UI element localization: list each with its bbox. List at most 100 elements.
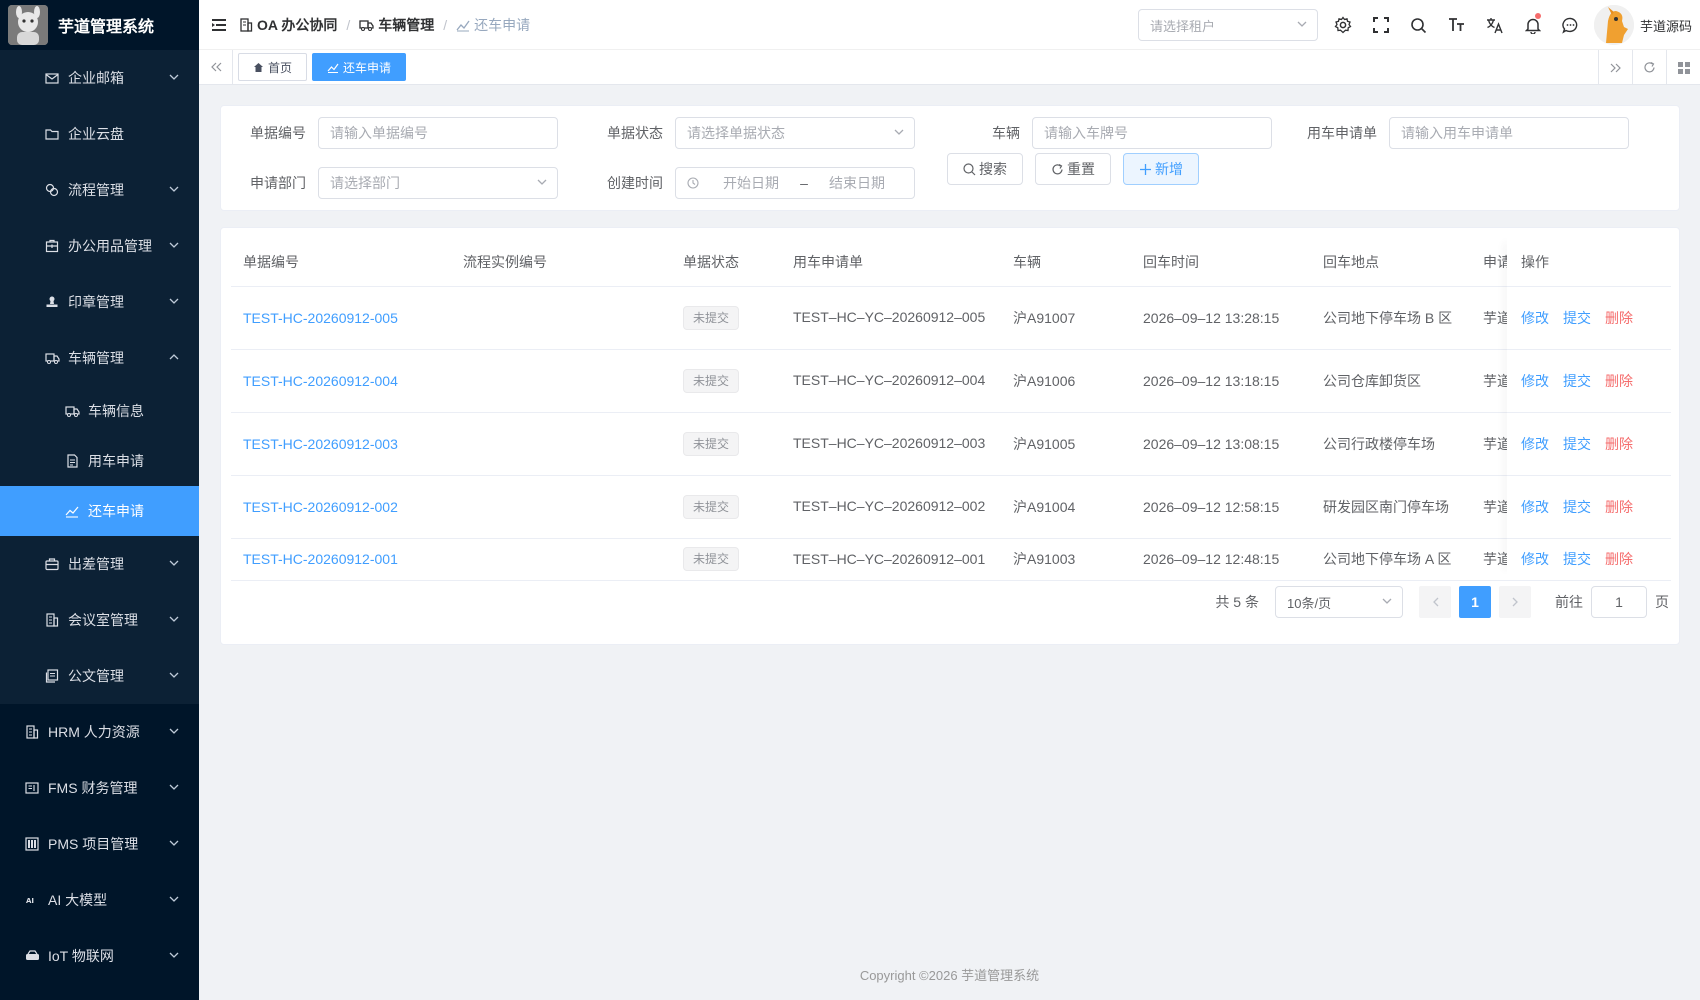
chevron-down-icon (169, 186, 179, 192)
double-left-icon (210, 62, 222, 72)
return-icon (456, 18, 470, 32)
sidebar-item-project-14[interactable]: PMS 项目管理 (0, 816, 199, 872)
cell-process-id (451, 349, 671, 413)
page-number-current[interactable]: 1 (1459, 586, 1491, 618)
edit-button[interactable]: 修改 (1521, 436, 1549, 452)
delete-button[interactable]: 删除 (1605, 310, 1633, 326)
status-badge: 未提交 (683, 431, 740, 456)
cell-process-id (451, 412, 671, 476)
sidebar-item-flow-2[interactable]: 流程管理 (0, 162, 199, 218)
apply-input[interactable]: 请输入用车申请单 (1389, 117, 1629, 149)
sidebar-item-briefcase-9[interactable]: 出差管理 (0, 536, 199, 592)
language-button[interactable] (1476, 0, 1514, 50)
prev-page-button[interactable] (1419, 586, 1451, 618)
tenant-select[interactable]: 请选择租户 (1137, 9, 1318, 41)
dept-select[interactable]: 请选择部门 (318, 167, 558, 199)
project-icon (24, 836, 40, 852)
doc-no-link[interactable]: TEST-HC-20260912-001 (243, 551, 398, 567)
tag-return-request[interactable]: 还车申请 (312, 53, 407, 81)
edit-button[interactable]: 修改 (1521, 499, 1549, 515)
table-row: TEST-HC-20260912-002 未提交 TEST–HC–YC–202609… (231, 475, 1671, 539)
sidebar-item-files-11[interactable]: 公文管理 (0, 648, 199, 704)
sidebar-item-finance-13[interactable]: FMS 财务管理 (0, 760, 199, 816)
sidebar-item-iot-16[interactable]: IoT 物联网 (0, 928, 199, 984)
message-button[interactable] (1552, 0, 1590, 50)
submit-button[interactable]: 提交 (1563, 310, 1591, 326)
fullscreen-button[interactable] (1362, 0, 1400, 50)
doc-no-link[interactable]: TEST-HC-20260912-005 (243, 310, 398, 326)
home-icon (253, 62, 264, 73)
add-button[interactable]: 新增 (1123, 153, 1199, 185)
tag-home[interactable]: 首页 (238, 53, 308, 81)
edit-button[interactable]: 修改 (1521, 551, 1549, 567)
submit-button[interactable]: 提交 (1563, 436, 1591, 452)
goto-page-input[interactable]: 1 (1591, 586, 1647, 618)
notification-button[interactable] (1514, 0, 1552, 50)
sidebar-item-label: 车辆管理 (68, 350, 124, 366)
tags-menu[interactable] (1666, 50, 1700, 85)
form-item-apply: 用车申请单 请输入用车申请单 (1302, 117, 1629, 149)
create-time-range[interactable]: 开始日期 – 结束日期 (675, 167, 915, 199)
sidebar-logo[interactable]: 芋道管理系统 (0, 0, 199, 50)
sidebar-item-stamp-4[interactable]: 印章管理 (0, 274, 199, 330)
user-dropdown[interactable]: 芋道源码 (1593, 5, 1692, 45)
start-date-placeholder: 开始日期 (723, 175, 779, 191)
package-icon (44, 238, 60, 254)
delete-button[interactable]: 删除 (1605, 373, 1633, 389)
edit-button[interactable]: 修改 (1521, 310, 1549, 326)
chevron-down-icon (169, 896, 179, 902)
cell-process-id (451, 538, 671, 581)
tags-scroll-right[interactable] (1598, 50, 1632, 85)
search-button[interactable]: 搜索 (947, 153, 1023, 185)
sidebar-item-label: 还车申请 (88, 503, 144, 519)
font-size-icon (1448, 17, 1465, 33)
delete-button[interactable]: 删除 (1605, 551, 1633, 567)
doc-no-input[interactable]: 请输入单据编号 (318, 117, 558, 149)
sidebar-item-car-5[interactable]: 车辆管理 (0, 330, 199, 386)
delete-button[interactable]: 删除 (1605, 499, 1633, 515)
doc-no-link[interactable]: TEST-HC-20260912-003 (243, 436, 398, 452)
submit-button[interactable]: 提交 (1563, 373, 1591, 389)
sidebar-item-return-8[interactable]: 还车申请 (0, 486, 199, 536)
search-form-card: 单据编号 请输入单据编号 单据状态 请选择单据状态 车辆 请输入车牌号 用车申请… (220, 105, 1680, 211)
hamburger-toggle[interactable] (199, 0, 239, 50)
settings-button[interactable] (1324, 0, 1362, 50)
cell-return-time: 2026–09–12 13:28:15 (1131, 286, 1311, 350)
reset-button[interactable]: 重置 (1035, 153, 1111, 185)
return-icon (327, 62, 339, 73)
search-button[interactable] (1400, 0, 1438, 50)
submit-button[interactable]: 提交 (1563, 551, 1591, 567)
sidebar-item-mail-0[interactable]: 企业邮箱 (0, 50, 199, 106)
sidebar-item-document-7[interactable]: 用车申请 (0, 436, 199, 486)
vehicle-input[interactable]: 请输入车牌号 (1032, 117, 1272, 149)
form-item-vehicle: 车辆 请输入车牌号 (945, 117, 1272, 149)
breadcrumb-item-oa[interactable]: OA 办公协同 (239, 15, 337, 35)
next-page-button[interactable] (1499, 586, 1531, 618)
page-size-select[interactable]: 10条/页 (1275, 586, 1403, 618)
sidebar-item-folder-1[interactable]: 企业云盘 (0, 106, 199, 162)
doc-no-link[interactable]: TEST-HC-20260912-002 (243, 499, 398, 515)
sidebar-item-building-10[interactable]: 会议室管理 (0, 592, 199, 648)
status-select[interactable]: 请选择单据状态 (675, 117, 915, 149)
cell-return-time: 2026–09–12 13:08:15 (1131, 412, 1311, 476)
app-logo (8, 5, 48, 45)
table-row: TEST-HC-20260912-005 未提交 TEST–HC–YC–202609… (231, 286, 1671, 350)
font-size-button[interactable] (1438, 0, 1476, 50)
sidebar-item-car-6[interactable]: 车辆信息 (0, 386, 199, 436)
doc-no-link[interactable]: TEST-HC-20260912-004 (243, 373, 398, 389)
delete-button[interactable]: 删除 (1605, 436, 1633, 452)
breadcrumb-item-vehicle[interactable]: 车辆管理 (359, 15, 434, 35)
cell-status: 未提交 (671, 349, 781, 413)
cell-vehicle: 沪A91003 (1001, 538, 1131, 581)
submit-button[interactable]: 提交 (1563, 499, 1591, 515)
tags-refresh[interactable] (1632, 50, 1666, 85)
sidebar-item-ai-15[interactable]: AI AI 大模型 (0, 872, 199, 928)
breadcrumb-separator: / (443, 16, 448, 33)
edit-button[interactable]: 修改 (1521, 373, 1549, 389)
column-header: 申请 (1471, 238, 1507, 287)
cell-status: 未提交 (671, 538, 781, 581)
sidebar-item-package-3[interactable]: 办公用品管理 (0, 218, 199, 274)
sidebar-item-building-12[interactable]: HRM 人力资源 (0, 704, 199, 760)
status-badge: 未提交 (683, 494, 740, 519)
tags-scroll-left[interactable] (199, 49, 233, 85)
